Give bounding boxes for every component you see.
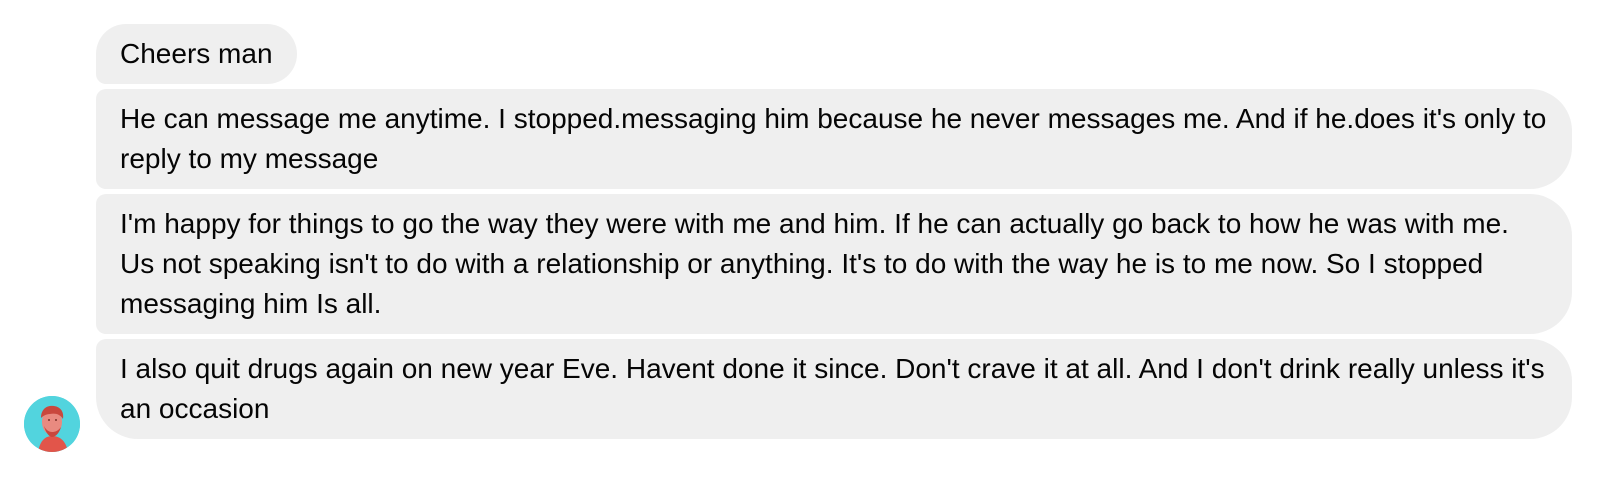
message-bubble[interactable]: Cheers man bbox=[96, 24, 297, 84]
message-bubble[interactable]: I'm happy for things to go the way they … bbox=[96, 194, 1572, 334]
sender-avatar[interactable] bbox=[24, 396, 80, 452]
message-thread: Cheers man He can message me anytime. I … bbox=[0, 0, 1602, 492]
received-message-group: Cheers man He can message me anytime. I … bbox=[96, 24, 1572, 439]
message-bubble[interactable]: He can message me anytime. I stopped.mes… bbox=[96, 89, 1572, 189]
person-photo-icon bbox=[24, 396, 80, 452]
message-bubble[interactable]: I also quit drugs again on new year Eve.… bbox=[96, 339, 1572, 439]
